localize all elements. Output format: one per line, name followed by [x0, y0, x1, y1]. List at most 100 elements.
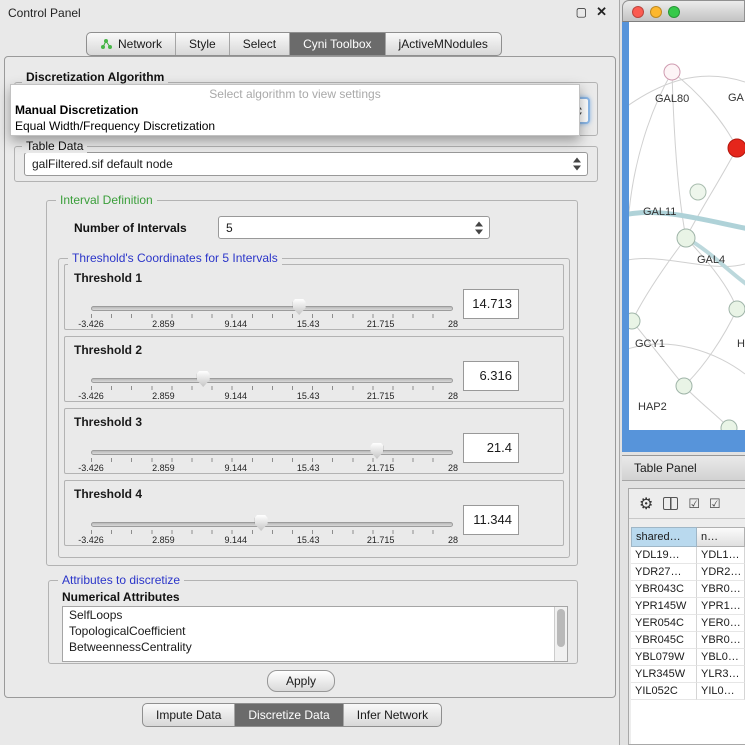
- tab-cyni-toolbox[interactable]: Cyni Toolbox: [290, 33, 385, 55]
- scrollbar-thumb[interactable]: [557, 609, 565, 647]
- table-cell[interactable]: YIL0…: [697, 683, 745, 700]
- network-icon: [100, 38, 113, 50]
- select-all-checkbox-icon[interactable]: ☑: [688, 496, 699, 512]
- scale-label: -3.426: [78, 535, 104, 545]
- node-label-partial: GA: [728, 92, 745, 104]
- threshold-2-value-field[interactable]: 6.316: [463, 361, 519, 391]
- columns-icon[interactable]: [663, 497, 678, 510]
- table-cell[interactable]: YIL052C: [631, 683, 697, 700]
- minimize-traffic-light-icon[interactable]: [650, 6, 662, 18]
- tab-style[interactable]: Style: [176, 33, 230, 55]
- table-row[interactable]: YDR27… YDR2…: [631, 564, 745, 581]
- slider-thumb[interactable]: [293, 299, 306, 315]
- list-item[interactable]: TopologicalCoefficient: [63, 623, 567, 639]
- tab-jactivemnodules[interactable]: jActiveMNodules: [386, 33, 501, 55]
- table-cell[interactable]: YBR0…: [697, 581, 745, 598]
- network-node[interactable]: [629, 313, 640, 329]
- table-cell[interactable]: YER0…: [697, 615, 745, 632]
- selected-network-node[interactable]: [728, 139, 745, 157]
- table-row[interactable]: YBR043C YBR0…: [631, 581, 745, 598]
- table-row[interactable]: YER054C YER0…: [631, 615, 745, 632]
- threshold-1-label: Threshold 1: [74, 271, 142, 285]
- table-cell[interactable]: YER054C: [631, 615, 697, 632]
- number-of-intervals-combo[interactable]: 5: [218, 216, 490, 239]
- network-node[interactable]: [677, 229, 695, 247]
- network-node[interactable]: [729, 301, 745, 317]
- table-cell[interactable]: YLR3…: [697, 666, 745, 683]
- threshold-3-slider[interactable]: -3.426 2.859 9.144 15.43 21.715 28: [91, 441, 453, 473]
- scale-label: 21.715: [367, 535, 395, 545]
- scale-label: 9.144: [225, 391, 248, 401]
- thresholds-group-title: Threshold's Coordinates for 5 Intervals: [68, 251, 282, 265]
- table-row[interactable]: YIL052C YIL0…: [631, 683, 745, 700]
- network-window-titlebar[interactable]: [622, 0, 745, 22]
- tab-network[interactable]: Network: [87, 33, 176, 55]
- float-window-icon[interactable]: ▢: [576, 5, 587, 19]
- table-cell[interactable]: YDL19…: [631, 547, 697, 564]
- table-cell[interactable]: YPR1…: [697, 598, 745, 615]
- select-rows-checkbox-icon[interactable]: ☑: [709, 496, 720, 512]
- threshold-3-panel: Threshold 3 21.4 -3.426 2.859 9.144 15.4…: [64, 408, 564, 474]
- apply-button[interactable]: Apply: [267, 670, 335, 692]
- threshold-1-panel: Threshold 1 14.713 -3.426 2.859 9.144 15…: [64, 264, 564, 330]
- table-cell[interactable]: YDR27…: [631, 564, 697, 581]
- table-cell[interactable]: YDR2…: [697, 564, 745, 581]
- tab-impute-data[interactable]: Impute Data: [143, 704, 235, 726]
- network-node[interactable]: [721, 420, 737, 430]
- table-row[interactable]: YPR145W YPR1…: [631, 598, 745, 615]
- discretization-algorithm-group-title: Discretization Algorithm: [22, 70, 168, 84]
- threshold-4-value-field[interactable]: 11.344: [463, 505, 519, 535]
- list-item[interactable]: BetweennessCentrality: [63, 639, 567, 655]
- bottom-tab-bar: Impute Data Discretize Data Infer Networ…: [142, 703, 442, 727]
- close-traffic-light-icon[interactable]: [632, 6, 644, 18]
- slider-thumb[interactable]: [370, 443, 383, 459]
- slider-track[interactable]: [91, 522, 453, 527]
- threshold-4-slider[interactable]: -3.426 2.859 9.144 15.43 21.715 28: [91, 513, 453, 545]
- table-data-combo[interactable]: galFiltered.sif default node: [24, 152, 588, 176]
- table-cell[interactable]: YBL0…: [697, 649, 745, 666]
- node-label: GAL80: [655, 93, 689, 105]
- threshold-1-value-field[interactable]: 14.713: [463, 289, 519, 319]
- table-cell[interactable]: YBL079W: [631, 649, 697, 666]
- network-canvas[interactable]: GAL80 GA GAL11 GAL4 GCY1 H HAP2: [629, 22, 745, 430]
- popup-item-manual-discretization[interactable]: Manual Discretization: [11, 102, 579, 118]
- tab-discretize-data[interactable]: Discretize Data: [235, 704, 343, 726]
- close-icon[interactable]: ✕: [596, 4, 607, 20]
- slider-thumb[interactable]: [197, 371, 210, 387]
- column-header-name[interactable]: n…: [697, 527, 745, 547]
- table-row[interactable]: YLR345W YLR3…: [631, 666, 745, 683]
- threshold-1-slider[interactable]: -3.426 2.859 9.144 15.43 21.715 28: [91, 297, 453, 329]
- table-cell[interactable]: YLR345W: [631, 666, 697, 683]
- scrollbar[interactable]: [554, 607, 567, 661]
- tab-select[interactable]: Select: [230, 33, 290, 55]
- table-cell[interactable]: YBR0…: [697, 632, 745, 649]
- tab-infer-network[interactable]: Infer Network: [344, 704, 441, 726]
- table-cell[interactable]: YDL1…: [697, 547, 745, 564]
- threshold-2-slider[interactable]: -3.426 2.859 9.144 15.43 21.715 28: [91, 369, 453, 401]
- slider-ticks: [91, 458, 453, 462]
- column-header-shared-name[interactable]: shared…: [631, 527, 697, 547]
- threshold-3-value-field[interactable]: 21.4: [463, 433, 519, 463]
- zoom-traffic-light-icon[interactable]: [668, 6, 680, 18]
- slider-track[interactable]: [91, 450, 453, 455]
- scale-label: 21.715: [367, 391, 395, 401]
- network-node[interactable]: [676, 378, 692, 394]
- list-item[interactable]: SelfLoops: [63, 607, 567, 623]
- scale-label: -3.426: [78, 463, 104, 473]
- slider-thumb[interactable]: [255, 515, 268, 531]
- gear-icon[interactable]: ⚙: [639, 494, 653, 514]
- table-cell[interactable]: YBR043C: [631, 581, 697, 598]
- scale-label: 15.43: [297, 391, 320, 401]
- scale-label: -3.426: [78, 391, 104, 401]
- slider-track[interactable]: [91, 306, 453, 311]
- tab-label: jActiveMNodules: [399, 37, 488, 51]
- table-row[interactable]: YBR045C YBR0…: [631, 632, 745, 649]
- table-cell[interactable]: YPR145W: [631, 598, 697, 615]
- network-node[interactable]: [664, 64, 680, 80]
- slider-track[interactable]: [91, 378, 453, 383]
- network-node[interactable]: [690, 184, 706, 200]
- table-row[interactable]: YDL19… YDL1…: [631, 547, 745, 564]
- table-row[interactable]: YBL079W YBL0…: [631, 649, 745, 666]
- popup-item-equal-width-frequency[interactable]: Equal Width/Frequency Discretization: [11, 118, 579, 134]
- table-cell[interactable]: YBR045C: [631, 632, 697, 649]
